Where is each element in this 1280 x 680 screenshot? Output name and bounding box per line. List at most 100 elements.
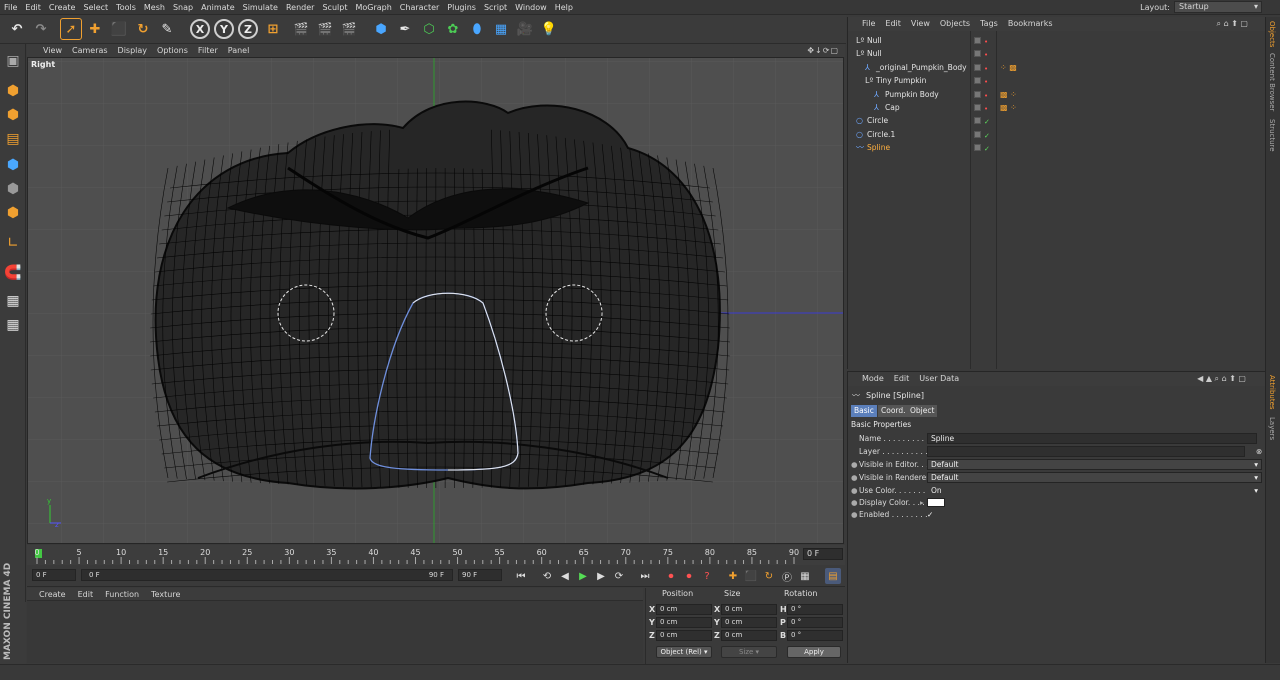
snap-icon[interactable]: 🧲 xyxy=(2,262,24,284)
menu-character[interactable]: Character xyxy=(396,0,444,15)
attr-menu-edit[interactable]: Edit xyxy=(889,372,915,386)
menu-file[interactable]: File xyxy=(0,0,21,15)
x-axis-icon[interactable]: X xyxy=(190,19,210,39)
model-mode-icon[interactable]: ⬢ xyxy=(2,80,24,102)
coord-mode-dropdown[interactable]: Object (Rel) ▾ xyxy=(656,646,712,658)
object-row[interactable]: ⅄ Cap • ▩ ⁘ xyxy=(850,101,1266,114)
menu-window[interactable]: Window xyxy=(511,0,551,15)
record-active-icon[interactable]: ⏺ xyxy=(663,568,679,584)
enabled-check-icon[interactable]: ✓ xyxy=(984,143,990,156)
side-tab-content-browser[interactable]: Content Browser xyxy=(1268,53,1276,111)
render-picture-viewer-icon[interactable]: 🎬 xyxy=(314,18,336,40)
expand-arrow-icon[interactable]: ▸ xyxy=(920,497,924,509)
end-frame-field[interactable]: 90 F xyxy=(458,569,502,581)
coord-size-z-field[interactable]: 0 cm xyxy=(721,630,777,641)
points-mode-icon[interactable]: ⬢ xyxy=(2,154,24,176)
tab-basic[interactable]: Basic xyxy=(851,405,877,417)
layer-pick-icon[interactable]: ⊗ xyxy=(1256,446,1262,458)
animate-bullet-icon[interactable]: ● xyxy=(851,509,858,521)
coordinate-system-icon[interactable]: ⊞ xyxy=(262,18,284,40)
material-manager-area[interactable] xyxy=(27,601,643,663)
tab-coord[interactable]: Coord. xyxy=(878,405,909,417)
side-tab-objects[interactable]: Objects xyxy=(1268,21,1276,47)
current-frame-field[interactable]: 0 F xyxy=(803,548,843,560)
z-axis-icon[interactable]: Z xyxy=(238,19,258,39)
display-color-swatch[interactable] xyxy=(927,498,945,507)
parameter-key-icon[interactable]: Ⓟ xyxy=(779,568,795,584)
play-icon[interactable]: ▶ xyxy=(575,568,591,584)
use-color-dropdown[interactable]: On ▾ xyxy=(927,485,1262,496)
select-icon[interactable]: ➚ xyxy=(60,18,82,40)
edges-mode-icon[interactable]: ⬢ xyxy=(2,178,24,200)
material-menu-function[interactable]: Function xyxy=(99,588,145,601)
point-level-key-icon[interactable]: ▦ xyxy=(797,568,813,584)
live-select-icon[interactable]: ✎ xyxy=(156,18,178,40)
attr-menu-mode[interactable]: Mode xyxy=(848,372,889,386)
floor-icon[interactable]: ▦ xyxy=(490,18,512,40)
light-icon[interactable]: 💡 xyxy=(538,18,560,40)
tab-object[interactable]: Object xyxy=(907,405,938,417)
next-key-icon[interactable]: ⟳ xyxy=(611,568,627,584)
menu-mesh[interactable]: Mesh xyxy=(140,0,169,15)
redo-icon[interactable]: ↷ xyxy=(30,18,52,40)
material-menu-texture[interactable]: Texture xyxy=(145,588,186,601)
layer-color-box[interactable] xyxy=(974,77,981,85)
axis-mode-icon[interactable]: ∟ xyxy=(2,232,24,254)
animate-bullet-icon[interactable]: ● xyxy=(851,485,858,497)
side-tab-layers[interactable]: Layers xyxy=(1268,417,1276,440)
objects-menu-view[interactable]: View xyxy=(906,17,935,31)
side-tab-structure[interactable]: Structure xyxy=(1268,119,1276,152)
layer-color-box[interactable] xyxy=(974,50,981,58)
scale-icon[interactable]: ⬛ xyxy=(108,18,130,40)
layer-color-box[interactable] xyxy=(974,130,981,138)
menu-animate[interactable]: Animate xyxy=(197,0,239,15)
menu-select[interactable]: Select xyxy=(79,0,112,15)
timeline-window-icon[interactable]: ▤ xyxy=(825,568,841,584)
coord-pos-z-field[interactable]: 0 cm xyxy=(656,630,712,641)
viewport-menu-display[interactable]: Display xyxy=(113,44,153,57)
subdivision-icon[interactable]: ⬡ xyxy=(418,18,440,40)
objects-menu-edit[interactable]: Edit xyxy=(880,17,906,31)
move-icon[interactable]: ✚ xyxy=(84,18,106,40)
object-row[interactable]: ○ Circle.1 ✓ xyxy=(850,128,1266,141)
start-frame-field[interactable]: 0 F xyxy=(32,569,76,581)
visible-editor-dropdown[interactable]: Default ▾ xyxy=(927,459,1262,470)
menu-simulate[interactable]: Simulate xyxy=(239,0,282,15)
layer-color-box[interactable] xyxy=(974,63,981,71)
layer-color-box[interactable] xyxy=(974,37,981,44)
coord-pos-y-field[interactable]: 0 cm xyxy=(656,617,712,628)
menu-mograph[interactable]: MoGraph xyxy=(351,0,395,15)
layer-field[interactable] xyxy=(927,446,1245,457)
render-view-icon[interactable]: 🎬 xyxy=(290,18,312,40)
coord-pos-x-field[interactable]: 0 cm xyxy=(656,604,712,615)
deformer-icon[interactable]: ⬮ xyxy=(466,18,488,40)
menu-help[interactable]: Help xyxy=(551,0,577,15)
rotate-icon[interactable]: ↻ xyxy=(132,18,154,40)
viewport-menu-panel[interactable]: Panel xyxy=(223,44,255,57)
go-to-end-icon[interactable]: ⏭ xyxy=(637,568,653,584)
material-menu-create[interactable]: Create xyxy=(27,588,72,601)
viewport-menu-options[interactable]: Options xyxy=(152,44,193,57)
objects-menu-objects[interactable]: Objects xyxy=(935,17,975,31)
layer-color-box[interactable] xyxy=(974,90,981,98)
viewport-menu-cameras[interactable]: Cameras xyxy=(67,44,113,57)
frame-range-slider[interactable]: 0 F 90 F xyxy=(81,569,453,581)
viewport[interactable]: z y Right xyxy=(27,57,844,544)
object-row[interactable]: ⅄ _original_Pumpkin_Body • ⁘ ▩ xyxy=(850,61,1266,74)
object-row[interactable]: 〰 Spline ✓ xyxy=(850,141,1266,154)
previous-key-icon[interactable]: ⟲ xyxy=(539,568,555,584)
material-tag-icon[interactable]: ⁘ ▩ xyxy=(1000,61,1017,74)
object-row[interactable]: Lº Tiny Pumpkin • xyxy=(850,74,1266,87)
viewport-nav-icons[interactable]: ✥↓⟳▢ xyxy=(807,44,839,57)
attr-menu-user-data[interactable]: User Data xyxy=(914,372,964,386)
object-row[interactable]: ⅄ Pumpkin Body • ▩ ⁘ xyxy=(850,88,1266,101)
edit-render-settings-icon[interactable]: 🎬 xyxy=(338,18,360,40)
object-row[interactable]: Lº Null • xyxy=(850,47,1266,60)
rotation-key-icon[interactable]: ↻ xyxy=(761,568,777,584)
pen-spline-icon[interactable]: ✒ xyxy=(394,18,416,40)
enabled-checkbox[interactable]: ✓ xyxy=(927,509,933,521)
array-icon[interactable]: ✿ xyxy=(442,18,464,40)
menu-tools[interactable]: Tools xyxy=(112,0,140,15)
objects-menu-tags[interactable]: Tags xyxy=(975,17,1003,31)
planar-workplane-icon[interactable]: ▦ xyxy=(2,314,24,336)
